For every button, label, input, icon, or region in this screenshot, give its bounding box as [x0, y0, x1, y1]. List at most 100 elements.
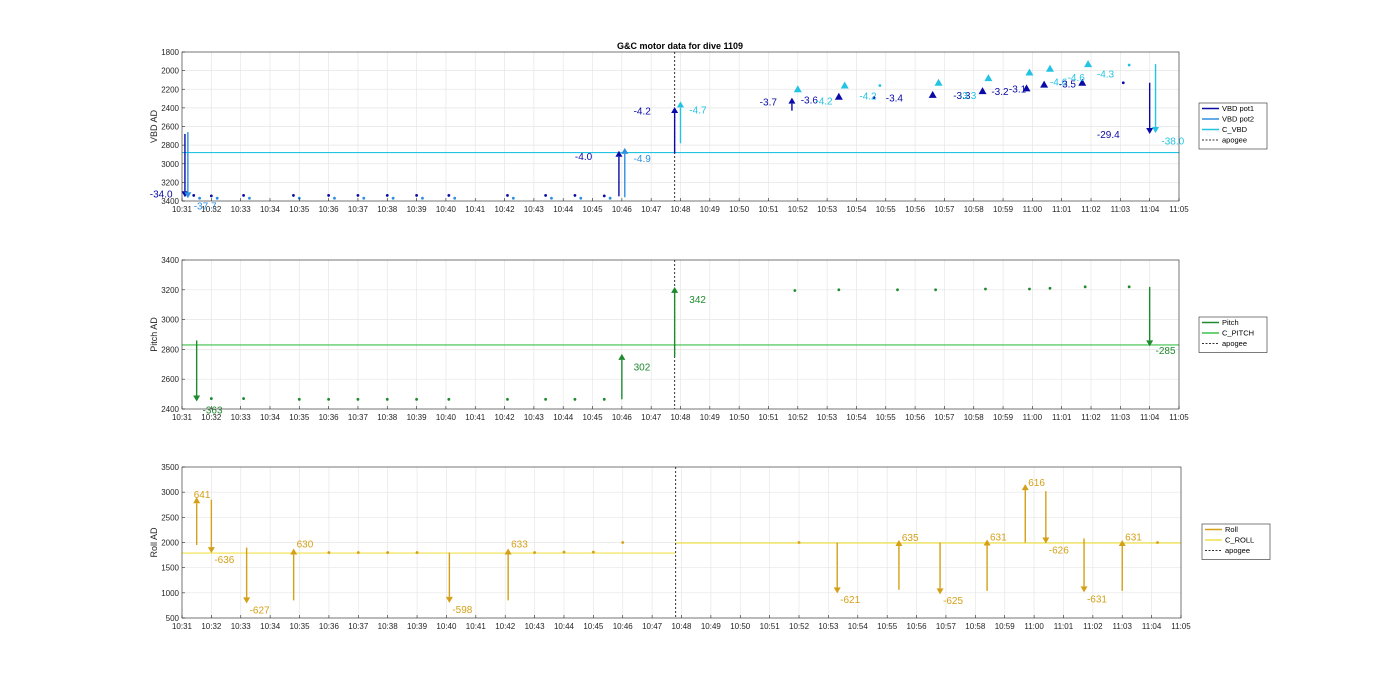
- data-point: [934, 288, 938, 292]
- x-tick-label: 11:04: [1142, 622, 1162, 631]
- x-tick-label: 10:51: [758, 205, 779, 214]
- x-tick-label: 10:56: [905, 413, 926, 422]
- x-tick-label: 10:37: [348, 413, 369, 422]
- chart-title: G&C motor data for dive 1109: [617, 41, 743, 51]
- move-label: -626: [1049, 546, 1069, 557]
- y-tick-label: 2400: [161, 104, 179, 113]
- panels: -34.0-37.7-4.0 -4.9-4.2 -4.7-3.7-29.4-38.0…: [149, 48, 1271, 631]
- x-tick-label: 10:59: [993, 205, 1014, 214]
- x-tick-label: 11:04: [1140, 413, 1160, 422]
- legend-entry: Pitch: [1222, 318, 1239, 327]
- x-tick-label: 10:40: [436, 413, 457, 422]
- move-label: -38.0: [1161, 136, 1184, 147]
- legend: Roll C_ROLLapogee: [1201, 523, 1271, 560]
- x-tick-label: 10:31: [172, 622, 193, 631]
- data-point: [621, 541, 625, 544]
- legend: Pitch C_PITCHapogee: [1198, 316, 1268, 353]
- legend-entry: VBD pot1: [1222, 104, 1254, 113]
- legend-entry: apogee: [1222, 136, 1247, 145]
- x-tick-label: 10:53: [817, 205, 838, 214]
- data-point: [608, 196, 612, 200]
- x-tick-label: 10:48: [670, 205, 691, 214]
- data-point: [242, 397, 245, 400]
- x-tick-label: 10:51: [758, 413, 779, 422]
- data-point: [248, 196, 251, 200]
- x-tick-label: 11:02: [1083, 622, 1103, 631]
- data-point: [421, 196, 424, 200]
- x-tick-label: 11:01: [1052, 205, 1072, 214]
- move-label: -285: [1156, 346, 1176, 357]
- move-label: 616: [1028, 478, 1045, 489]
- legend-entry: C_ROLL: [1225, 536, 1254, 545]
- data-point: [1127, 63, 1131, 67]
- y-axis-label: VBD AD: [149, 109, 159, 143]
- x-tick-label: 10:36: [319, 413, 340, 422]
- move-label: -598: [452, 605, 472, 616]
- data-point: [362, 196, 366, 200]
- y-axis-label: Pitch AD: [149, 317, 159, 352]
- data-point: [511, 196, 515, 200]
- data-point: [579, 196, 583, 200]
- x-tick-label: 10:55: [876, 205, 897, 214]
- x-tick-label: 10:50: [729, 413, 750, 422]
- x-tick-label: 11:02: [1081, 205, 1101, 214]
- panel-1: -34.0-37.7-4.0 -4.9-4.2 -4.7-3.7-29.4-38.0…: [149, 48, 1268, 214]
- x-tick-label: 10:42: [495, 205, 516, 214]
- x-tick-label: 10:39: [407, 622, 428, 631]
- data-point: [297, 397, 301, 401]
- data-point: [415, 397, 418, 401]
- data-point: [544, 397, 548, 401]
- x-tick-label: 10:41: [465, 413, 486, 422]
- x-tick-label: 10:46: [612, 205, 633, 214]
- data-point: [385, 194, 389, 197]
- move-label: 641: [194, 490, 211, 501]
- data-point: [356, 551, 360, 554]
- annotation-label: -4.2: [859, 92, 877, 103]
- x-tick-label: 10:43: [524, 413, 545, 422]
- y-tick-label: 3200: [161, 286, 179, 295]
- data-point: [327, 397, 331, 401]
- x-tick-label: 10:51: [760, 622, 781, 631]
- x-tick-label: 10:52: [788, 205, 809, 214]
- x-tick-label: 10:57: [934, 413, 955, 422]
- data-point: [1083, 285, 1087, 289]
- y-tick-label: 2200: [161, 85, 179, 94]
- move-label: 631: [1125, 532, 1142, 543]
- data-point: [562, 550, 566, 554]
- x-tick-label: 10:35: [289, 413, 310, 422]
- x-tick-label: 10:42: [495, 622, 516, 631]
- move-label: 631: [990, 532, 1007, 543]
- data-point: [447, 194, 451, 197]
- move-label: -4.2: [634, 107, 652, 118]
- x-tick-label: 11:05: [1169, 205, 1189, 214]
- x-tick-label: 10:31: [172, 413, 193, 422]
- x-tick-label: 10:33: [231, 622, 252, 631]
- x-tick-label: 10:56: [905, 205, 926, 214]
- x-tick-label: 10:48: [671, 622, 692, 631]
- data-point: [415, 551, 419, 554]
- data-point: [385, 397, 389, 401]
- annotation-label: -3.3: [959, 91, 977, 102]
- data-point: [1156, 541, 1159, 544]
- data-point: [896, 288, 899, 292]
- legend-entry: apogee: [1225, 546, 1250, 555]
- data-point: [242, 194, 245, 197]
- x-tick-label: 10:44: [553, 413, 574, 422]
- x-tick-label: 10:39: [407, 205, 428, 214]
- data-point: [333, 196, 336, 200]
- y-tick-label: 3200: [161, 178, 179, 187]
- x-tick-label: 10:42: [495, 413, 516, 422]
- x-tick-label: 10:31: [172, 205, 193, 214]
- data-point: [327, 551, 331, 554]
- data-point: [550, 196, 553, 200]
- x-tick-label: 10:43: [525, 622, 546, 631]
- data-point: [209, 397, 213, 400]
- y-tick-label: 2500: [161, 513, 179, 522]
- x-tick-label: 10:58: [965, 622, 986, 631]
- legend-entry: C_VBD: [1222, 125, 1248, 134]
- x-tick-label: 10:33: [231, 205, 252, 214]
- x-tick-label: 10:34: [260, 205, 281, 214]
- move-label: 635: [902, 533, 919, 544]
- move-label: -4.9: [634, 154, 652, 165]
- y-tick-label: 1500: [161, 564, 179, 573]
